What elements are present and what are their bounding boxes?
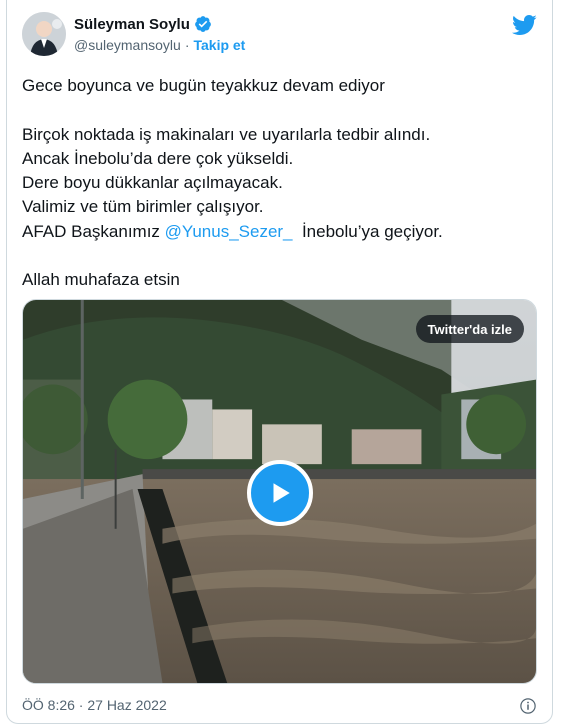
handle-row: @suleymansoylu · Takip et <box>74 37 245 53</box>
tweet-line: Gece boyunca ve bugün teyakkuz devam edi… <box>22 76 385 95</box>
tweet-card: Süleyman Soylu @suleymansoylu · Takip et… <box>6 0 553 724</box>
tweet-line: Dere boyu dükkanlar açılmayacak. <box>22 173 283 193</box>
separator-dot: · <box>184 37 190 53</box>
author-name[interactable]: Süleyman Soylu <box>74 16 190 33</box>
info-icon[interactable] <box>519 697 537 715</box>
tweet-line: İnebolu’ya geçiyor. <box>292 221 443 241</box>
tweet-line: Allah muhafaza etsin <box>22 270 180 290</box>
tweet-line: Ancak İnebolu’da dere çok yükseldi. <box>22 148 294 168</box>
author-name-row[interactable]: Süleyman Soylu <box>74 15 212 33</box>
play-icon <box>273 483 290 503</box>
tweet-timestamp[interactable]: ÖÖ 8:26 · 27 Haz 2022 <box>22 697 167 713</box>
tweet-text: Gece boyunca ve bugün teyakkuz devam edi… <box>22 74 532 293</box>
tweet-line: Birçok noktada iş makinaları ve uyarılar… <box>22 124 431 144</box>
video-player[interactable]: Twitter'da izle <box>22 299 537 684</box>
tweet-line: AFAD Başkanımız <box>22 221 165 241</box>
tweet-header: Süleyman Soylu @suleymansoylu · Takip et <box>22 12 537 60</box>
verified-badge-icon <box>194 16 211 32</box>
avatar[interactable] <box>22 12 66 56</box>
follow-button[interactable]: Takip et <box>193 37 245 53</box>
twitter-bird-icon[interactable] <box>511 12 537 38</box>
play-button[interactable] <box>247 460 313 526</box>
tweet-line: Valimiz ve tüm birimler çalışıyor. <box>22 197 264 217</box>
author-handle[interactable]: @suleymansoylu <box>74 37 181 53</box>
mention-link[interactable]: @Yunus_Sezer_ <box>165 222 293 241</box>
tweet-footer: ÖÖ 8:26 · 27 Haz 2022 <box>22 697 537 717</box>
watch-on-twitter-button[interactable]: Twitter'da izle <box>415 315 524 343</box>
